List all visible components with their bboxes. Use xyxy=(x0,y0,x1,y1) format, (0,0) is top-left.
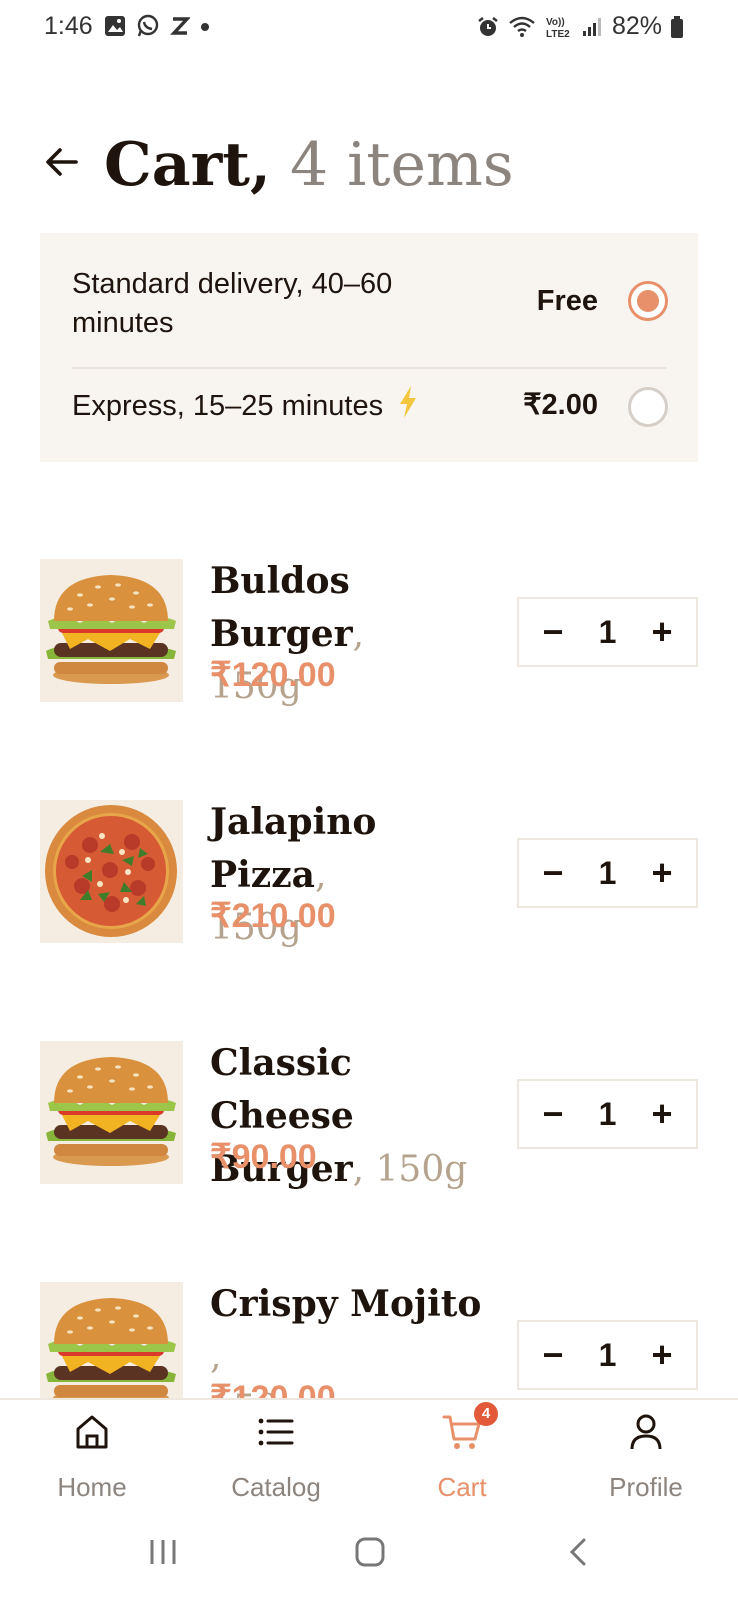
dot-icon xyxy=(200,15,210,37)
battery-icon xyxy=(670,15,684,39)
radio-selected[interactable] xyxy=(628,281,668,321)
home-system-button[interactable] xyxy=(354,1536,386,1572)
recent-apps-button[interactable] xyxy=(148,1536,178,1572)
signal-icon xyxy=(582,16,604,38)
cart-icon: 4 xyxy=(442,1402,498,1452)
delivery-option-label-wrap: Express, 15–25 minutes xyxy=(72,385,419,430)
alarm-icon xyxy=(476,15,500,39)
delivery-option-price: ₹2.00 xyxy=(523,389,598,421)
battery-text: 82% xyxy=(611,12,662,40)
nav-item-profile[interactable]: Profile xyxy=(571,1412,721,1512)
nav-item-home[interactable]: Home xyxy=(17,1412,167,1512)
quantity-stepper: − 1 + xyxy=(517,1079,698,1149)
pizza-image[interactable] xyxy=(40,800,183,943)
increase-button[interactable]: + xyxy=(646,611,678,653)
quantity-value: 1 xyxy=(598,1095,617,1132)
cart-item: Classic Cheese Burger, 150g ₹90.00 − 1 + xyxy=(40,1041,698,1190)
quantity-stepper: − 1 + xyxy=(517,1320,698,1390)
decrease-button[interactable]: − xyxy=(537,852,569,894)
quantity-value: 1 xyxy=(598,854,617,891)
z-icon xyxy=(170,15,190,37)
nav-item-cart[interactable]: 4 Cart xyxy=(387,1402,537,1512)
increase-button[interactable]: + xyxy=(646,1093,678,1135)
profile-icon xyxy=(626,1412,666,1452)
status-time: 1:46 xyxy=(44,12,93,40)
burger-image[interactable] xyxy=(40,1041,183,1184)
item-separator: , xyxy=(352,1149,365,1190)
nav-label: Profile xyxy=(609,1472,683,1502)
item-separator: , xyxy=(352,614,365,655)
item-separator: , xyxy=(210,1336,222,1377)
delivery-option-express[interactable]: Express, 15–25 minutes ₹2.00 xyxy=(72,385,668,429)
page-title: Cart, 4 items xyxy=(104,128,514,202)
cart-item: Buldos Burger, 150g ₹120.00 − 1 + xyxy=(40,559,698,707)
gallery-icon xyxy=(104,15,126,37)
decrease-button[interactable]: − xyxy=(537,611,569,653)
home-icon xyxy=(72,1412,112,1452)
system-back-button[interactable] xyxy=(566,1536,590,1572)
arrow-left-icon xyxy=(46,148,78,176)
status-bar: 1:46 Vo)) LTE2 82% xyxy=(0,0,738,60)
delivery-options: Standard delivery, 40–60 minutes Free Ex… xyxy=(40,233,698,462)
list-icon xyxy=(256,1412,296,1452)
item-name: Buldos Burger xyxy=(210,560,353,655)
chevron-left-icon xyxy=(569,1538,586,1566)
recents-icon xyxy=(150,1540,176,1564)
radio-unselected[interactable] xyxy=(628,387,668,427)
decrease-button[interactable]: − xyxy=(537,1334,569,1376)
nav-label: Cart xyxy=(437,1472,487,1502)
whatsapp-icon xyxy=(136,14,160,38)
lightning-icon xyxy=(397,385,419,430)
nav-label: Catalog xyxy=(231,1472,321,1502)
item-name: Jalapino Pizza xyxy=(210,801,377,896)
increase-button[interactable]: + xyxy=(646,1334,678,1376)
burger-image[interactable] xyxy=(40,559,183,702)
delivery-option-standard[interactable]: Standard delivery, 40–60 minutes Free xyxy=(72,265,668,341)
divider xyxy=(72,367,666,369)
quantity-stepper: − 1 + xyxy=(517,597,698,667)
item-weight: 150g xyxy=(375,1149,468,1190)
quantity-stepper: − 1 + xyxy=(517,838,698,908)
item-price: ₹120.00 xyxy=(210,656,336,694)
item-price: ₹210.00 xyxy=(210,897,336,935)
nav-label: Home xyxy=(57,1472,127,1502)
svg-text:LTE2: LTE2 xyxy=(546,29,570,40)
home-square-icon xyxy=(355,1537,385,1567)
cart-badge: 4 xyxy=(474,1402,498,1426)
volte-icon: Vo)) LTE2 xyxy=(544,14,574,40)
item-price: ₹90.00 xyxy=(210,1138,317,1176)
quantity-value: 1 xyxy=(598,613,617,650)
decrease-button[interactable]: − xyxy=(537,1093,569,1135)
quantity-value: 1 xyxy=(598,1336,617,1373)
nav-item-catalog[interactable]: Catalog xyxy=(201,1412,351,1512)
cart-count-text: 4 items xyxy=(289,130,514,200)
delivery-option-label: Express, 15–25 minutes xyxy=(72,390,384,423)
back-button[interactable] xyxy=(40,140,84,184)
svg-text:Vo)): Vo)) xyxy=(546,17,565,28)
item-separator: , xyxy=(314,855,327,896)
status-left-icons xyxy=(104,14,210,38)
item-name: Crispy Mojito xyxy=(210,1283,482,1325)
status-right: Vo)) LTE2 82% xyxy=(476,12,684,41)
cart-item: Jalapino Pizza, 150g ₹210.00 − 1 + xyxy=(40,800,698,948)
page-title-text: Cart, xyxy=(104,130,271,200)
increase-button[interactable]: + xyxy=(646,852,678,894)
delivery-option-label: Standard delivery, 40–60 minutes xyxy=(72,268,393,339)
delivery-option-price: Free xyxy=(536,285,598,317)
wifi-icon xyxy=(508,15,536,39)
bottom-nav: Home Catalog 4 Cart Profile xyxy=(0,1398,738,1512)
system-nav-bar xyxy=(0,1512,738,1600)
